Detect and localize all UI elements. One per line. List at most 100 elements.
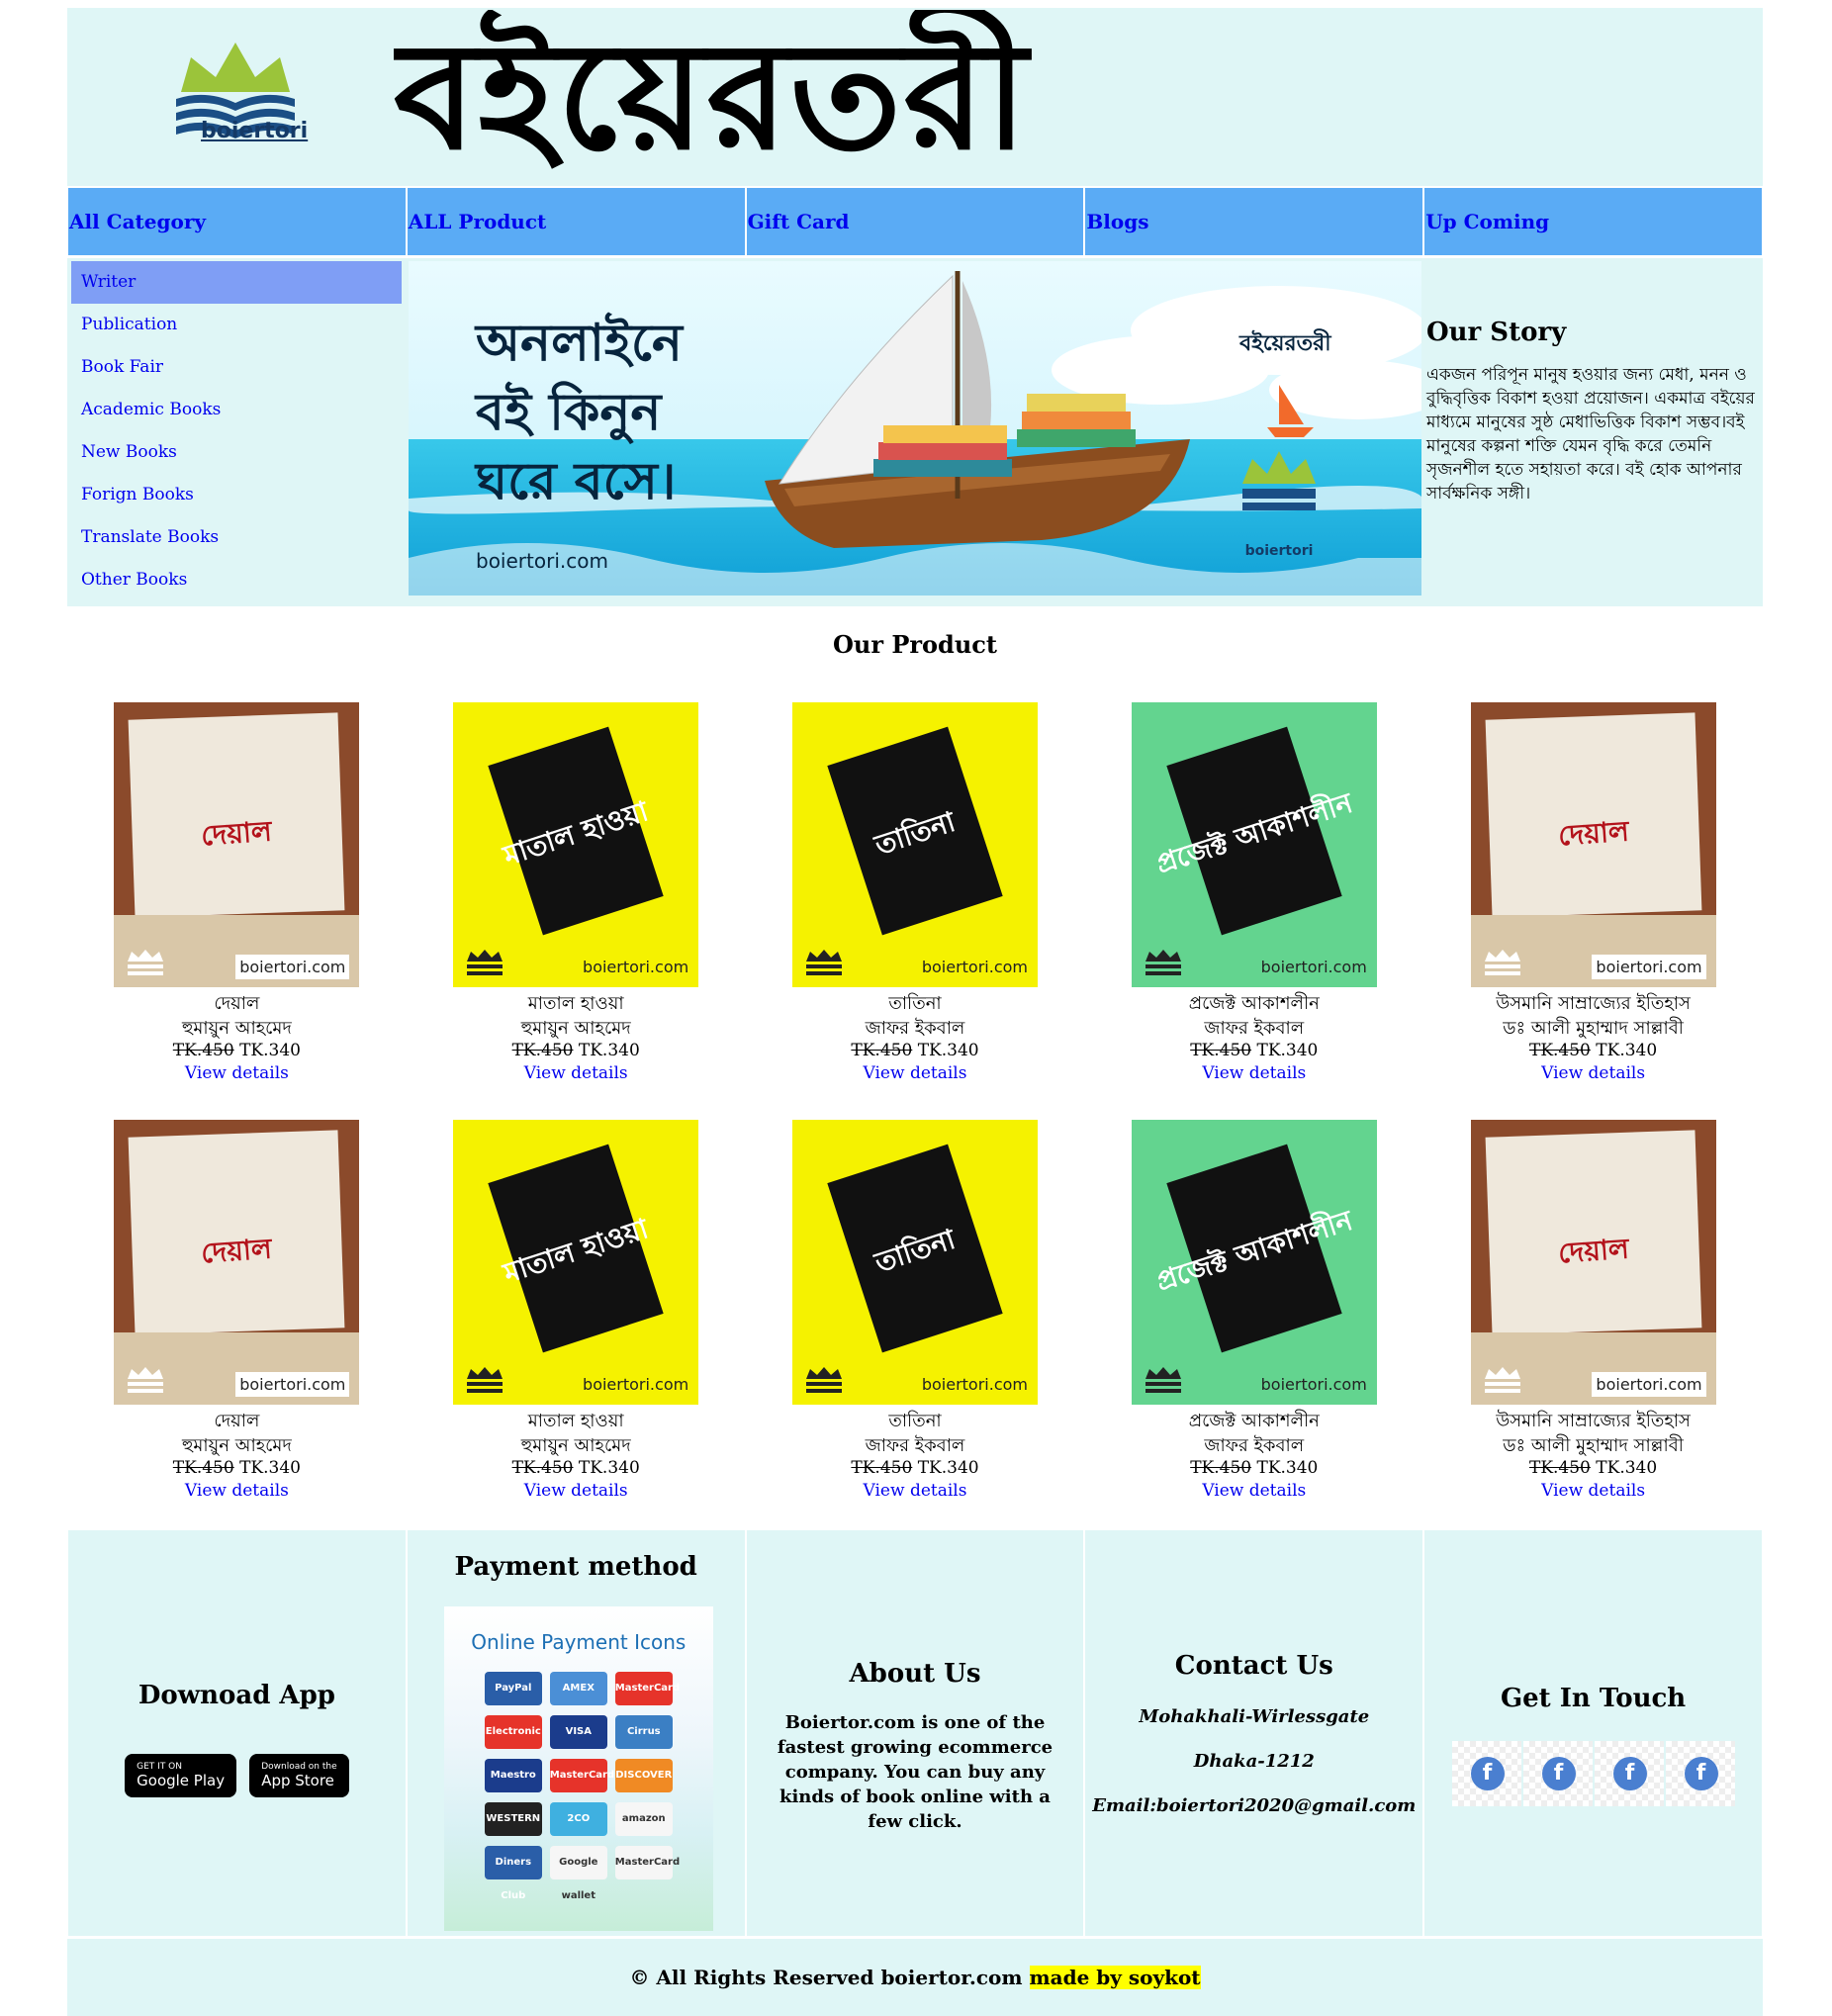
old-price: TK.450	[511, 1458, 574, 1478]
payment-image-title: Online Payment Icons	[471, 1630, 687, 1654]
contact-address-1: Mohakhali-Wirlessgate	[1139, 1706, 1370, 1727]
view-details-link[interactable]: View details	[185, 1481, 289, 1501]
hero-banner[interactable]: boiertori অনলাইনে বই কিনুন ঘরে বসে। boie…	[409, 261, 1421, 596]
product-author: হুমায়ুন আহমেদ	[520, 1018, 631, 1039]
payment-icon: Maestro	[484, 1759, 542, 1792]
facebook-link-1[interactable]: f	[1451, 1741, 1521, 1806]
book-cover-image[interactable]: দেয়াল boiertori.com	[114, 1120, 360, 1405]
sidebar-item-book-fair[interactable]: Book Fair	[71, 346, 402, 389]
product-title: উসমানি সাম্রাজ্যের ইতিহাস	[1496, 1411, 1691, 1431]
view-details-link[interactable]: View details	[1202, 1063, 1306, 1083]
boiertori-mini-logo	[467, 950, 504, 975]
social-links: ffff	[1424, 1741, 1762, 1810]
sidebar-item-academic-books[interactable]: Academic Books	[71, 389, 402, 431]
current-price: TK.340	[239, 1458, 301, 1478]
current-price: TK.340	[1256, 1458, 1319, 1478]
facebook-icon: f	[1684, 1757, 1718, 1790]
facebook-link-3[interactable]: f	[1594, 1741, 1664, 1806]
view-details-link[interactable]: View details	[524, 1063, 628, 1083]
boiertori-mini-logo	[1145, 1367, 1181, 1393]
sidebar-item-writer[interactable]: Writer	[71, 261, 402, 304]
current-price: TK.340	[1596, 1041, 1658, 1060]
view-details-link[interactable]: View details	[864, 1063, 967, 1083]
facebook-link-2[interactable]: f	[1522, 1741, 1593, 1806]
boiertori-mini-logo	[805, 1367, 842, 1393]
view-details-link[interactable]: View details	[1202, 1481, 1306, 1501]
sidebar-item-publication[interactable]: Publication	[71, 304, 402, 346]
app-store-button[interactable]: Download on the App Store	[249, 1754, 349, 1797]
payment-title: Payment method	[454, 1552, 697, 1582]
product-card: প্রজেক্ট আকাশলীন boiertori.com প্রজেক্ট …	[1084, 702, 1423, 1086]
sidebar-item-translate-books[interactable]: Translate Books	[71, 516, 402, 559]
contact-address-2: Dhaka-1212	[1193, 1751, 1315, 1772]
book-cover-image[interactable]: তাতিনা boiertori.com	[791, 1120, 1038, 1405]
nav-all-category[interactable]: All Category	[67, 187, 407, 256]
book-cover-image[interactable]: মাতাল হাওয়া boiertori.com	[453, 702, 699, 987]
product-title: মাতাল হাওয়া	[527, 993, 624, 1014]
payment-icon: Electronic	[484, 1715, 542, 1749]
google-play-label: Google Play	[137, 1772, 226, 1789]
nav-blogs[interactable]: Blogs	[1084, 187, 1424, 256]
facebook-icon: f	[1541, 1757, 1576, 1790]
book-cover-image[interactable]: তাতিনা boiertori.com	[791, 702, 1038, 987]
cover-watermark: boiertori.com	[235, 1372, 350, 1397]
sidebar-item-forign-books[interactable]: Forign Books	[71, 474, 402, 516]
copyright-bar: © All Rights Reserved boiertor.com made …	[67, 1939, 1763, 2016]
cover-watermark: boiertori.com	[1260, 958, 1367, 976]
banner-line-1: অনলাইনে	[474, 313, 685, 373]
product-price: TK.450 TK.340	[1423, 1041, 1763, 1060]
boiertori-mini-logo	[467, 1367, 504, 1393]
book-cover-image[interactable]: মাতাল হাওয়া boiertori.com	[453, 1120, 699, 1405]
view-details-link[interactable]: View details	[864, 1481, 967, 1501]
product-price: TK.450 TK.340	[407, 1041, 746, 1060]
book-cover-image[interactable]: দেয়াল boiertori.com	[1470, 1120, 1716, 1405]
product-author: হুমায়ুন আহমেদ	[181, 1018, 292, 1039]
banner-logo-text: boiertori	[1245, 543, 1314, 559]
old-price: TK.450	[1528, 1458, 1591, 1478]
book-cover-image[interactable]: দেয়াল boiertori.com	[1470, 702, 1716, 987]
book-cover-image[interactable]: প্রজেক্ট আকাশলীন boiertori.com	[1131, 1120, 1377, 1405]
view-details-link[interactable]: View details	[185, 1063, 289, 1083]
current-price: TK.340	[239, 1041, 301, 1060]
product-card: প্রজেক্ট আকাশলীন boiertori.com প্রজেক্ট …	[1084, 1120, 1423, 1504]
current-price: TK.340	[917, 1041, 979, 1060]
product-price: TK.450 TK.340	[67, 1041, 407, 1060]
product-author: হুমায়ুন আহমেদ	[181, 1435, 292, 1456]
about-text: Boiertor.com is one of the fastest growi…	[777, 1712, 1053, 1832]
product-card: দেয়াল boiertori.com দেয়াল হুমায়ুন আহম…	[67, 702, 407, 1086]
product-price: TK.450 TK.340	[746, 1041, 1085, 1060]
payment-icon-grid: PayPal AMEX MasterCard Electronic VISA Cirrus…	[444, 1672, 713, 1901]
current-price: TK.340	[917, 1458, 979, 1478]
banner-line-2: বই কিনুন	[474, 381, 663, 445]
book-cover-image[interactable]: প্রজেক্ট আকাশলীন boiertori.com	[1131, 702, 1377, 987]
nav-gift-card[interactable]: Gift Card	[745, 187, 1085, 256]
payment-icon: 2CO	[549, 1802, 607, 1836]
google-play-button[interactable]: GET IT ON Google Play	[125, 1754, 237, 1797]
contact-section: Contact Us Mohakhali-Wirlessgate Dhaka-1…	[1084, 1529, 1424, 1937]
product-author: ডঃ আলী মুহাম্মাদ সাল্লাবী	[1503, 1018, 1684, 1039]
old-price: TK.450	[1190, 1041, 1252, 1060]
facebook-link-4[interactable]: f	[1665, 1741, 1735, 1806]
nav-all-product[interactable]: ALL Product	[406, 187, 746, 256]
sidebar-item-new-books[interactable]: New Books	[71, 431, 402, 474]
payment-icon: AMEX	[549, 1672, 607, 1705]
product-price: TK.450 TK.340	[1423, 1458, 1763, 1478]
product-card: মাতাল হাওয়া boiertori.com মাতাল হাওয়া …	[407, 702, 746, 1086]
sidebar-item-other-books[interactable]: Other Books	[71, 559, 402, 601]
book-cover-image[interactable]: দেয়াল boiertori.com	[114, 702, 360, 987]
payment-icon: Cirrus	[614, 1715, 673, 1749]
product-title: উসমানি সাম্রাজ্যের ইতিহাস	[1496, 993, 1691, 1014]
current-price: TK.340	[578, 1041, 640, 1060]
current-price: TK.340	[578, 1458, 640, 1478]
nav-up-coming[interactable]: Up Coming	[1423, 187, 1763, 256]
old-price: TK.450	[172, 1458, 234, 1478]
payment-icon: MasterCard	[614, 1672, 680, 1705]
cover-watermark: boiertori.com	[921, 958, 1028, 976]
view-details-link[interactable]: View details	[524, 1481, 628, 1501]
view-details-link[interactable]: View details	[1541, 1481, 1645, 1501]
view-details-link[interactable]: View details	[1541, 1063, 1645, 1083]
store-buttons: GET IT ON Google Play Download on the Ap…	[68, 1754, 406, 1797]
google-play-small: GET IT ON	[137, 1762, 182, 1772]
product-title: দেয়াল	[214, 993, 260, 1014]
current-price: TK.340	[1596, 1458, 1658, 1478]
